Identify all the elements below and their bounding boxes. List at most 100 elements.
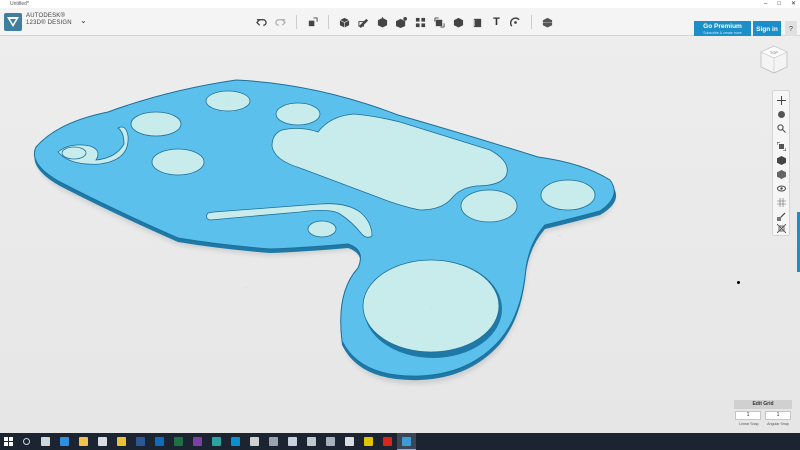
edit-grid-button[interactable]: Edit Grid: [734, 400, 792, 409]
redo-icon[interactable]: [274, 15, 288, 29]
plane-icon-glyph: [345, 437, 354, 446]
onenote-icon[interactable]: [188, 433, 207, 450]
app-icon[interactable]: [207, 433, 226, 450]
photos-icon[interactable]: [226, 433, 245, 450]
123d-design-icon-glyph: [402, 436, 411, 446]
toolbar-divider: [296, 15, 297, 29]
toolbar-divider: [328, 15, 329, 29]
snap-icon[interactable]: [509, 15, 523, 29]
task-view-icon-glyph: [41, 437, 50, 446]
view-cube[interactable]: TOP: [758, 43, 790, 75]
transform-icon[interactable]: [306, 15, 320, 29]
svg-text:..: ..: [227, 99, 229, 103]
zoom-icon[interactable]: [775, 122, 788, 134]
file-explorer-icon[interactable]: [74, 433, 93, 450]
acrobat-icon-glyph: [383, 437, 392, 446]
orbit-icon[interactable]: [775, 108, 788, 120]
word-icon[interactable]: [131, 433, 150, 450]
window-title: Untitled*: [10, 1, 29, 7]
chrome-icon[interactable]: [112, 433, 131, 450]
calculator-icon-glyph: [250, 437, 259, 446]
calculator-icon[interactable]: [245, 433, 264, 450]
materials-view-icon[interactable]: [775, 168, 788, 180]
search-icon[interactable]: [17, 433, 36, 450]
go-premium-label: Go Premium: [703, 23, 742, 30]
sketch-icon[interactable]: [357, 15, 371, 29]
brand-product: 123D® DESIGN: [26, 20, 72, 26]
brand-company: AUTODESK®: [26, 13, 66, 19]
hole-5: [460, 189, 518, 223]
combine-icon[interactable]: [452, 15, 466, 29]
grouping-icon[interactable]: [433, 15, 447, 29]
app-icon-glyph: [212, 437, 221, 446]
small-hole-left: [61, 146, 87, 160]
edge-icon-glyph: [60, 437, 69, 446]
measure-icon[interactable]: [471, 15, 485, 29]
material-icon[interactable]: [541, 15, 555, 29]
paint-icon[interactable]: [283, 433, 302, 450]
angular-snap-label: Angular Snap: [767, 422, 789, 426]
visibility-icon[interactable]: [775, 182, 788, 194]
scene-canvas[interactable]: .. .. -.. ..: [0, 36, 800, 433]
edge-icon[interactable]: [55, 433, 74, 450]
task-view-icon[interactable]: [36, 433, 55, 450]
snap-to-icon[interactable]: [775, 210, 788, 222]
tools-icon-glyph: [307, 437, 316, 446]
123d-design-icon[interactable]: [397, 433, 416, 450]
view-solid-icon[interactable]: [775, 154, 788, 166]
linear-snap-input[interactable]: 1: [735, 411, 761, 420]
maximize-button[interactable]: □: [777, 0, 781, 8]
primitives-icon[interactable]: [338, 15, 352, 29]
game-icon[interactable]: [359, 433, 378, 450]
acrobat-icon[interactable]: [378, 433, 397, 450]
store-icon[interactable]: [93, 433, 112, 450]
chrome-icon-glyph: [117, 437, 126, 446]
toolbar-divider: [531, 15, 532, 29]
app-brand: AUTODESK® 123D® DESIGN: [26, 13, 72, 27]
file-explorer-icon-glyph: [79, 437, 88, 446]
os-title-bar: Untitled* – □ ✕: [0, 0, 800, 8]
outlook-icon[interactable]: [150, 433, 169, 450]
windows-logo-icon: [4, 437, 13, 446]
main-toolbar: T: [252, 12, 557, 32]
fit-icon[interactable]: [775, 140, 788, 152]
modify-icon[interactable]: [395, 15, 409, 29]
close-button[interactable]: ✕: [791, 0, 796, 8]
hole-4: [151, 148, 205, 176]
svg-text:..: ..: [430, 306, 432, 310]
hole-3: [275, 102, 321, 126]
svg-text:..: ..: [245, 285, 247, 289]
undo-icon[interactable]: [255, 15, 269, 29]
media-icon[interactable]: [264, 433, 283, 450]
pan-icon[interactable]: [775, 94, 788, 106]
navigation-bar: [772, 90, 790, 236]
text-icon[interactable]: T: [490, 15, 504, 29]
3d-viewport[interactable]: .. .. -.. .. TOP Edit Grid 1 1 Linear Sn…: [0, 36, 800, 433]
grid-panel: Edit Grid 1 1 Linear Snap Angular Snap: [734, 400, 792, 430]
construct-icon[interactable]: [376, 15, 390, 29]
paint-icon-glyph: [288, 437, 297, 446]
windows-taskbar: [0, 433, 800, 450]
pattern-icon[interactable]: [414, 15, 428, 29]
angular-snap-input[interactable]: 1: [765, 411, 791, 420]
hole-6: [540, 179, 596, 211]
plane-icon[interactable]: [340, 433, 359, 450]
main-menu-chevron-icon[interactable]: ⌄: [80, 16, 87, 25]
svg-text:TOP: TOP: [770, 50, 778, 55]
excel-icon[interactable]: [169, 433, 188, 450]
tools-icon[interactable]: [302, 433, 321, 450]
grid-toggle-icon[interactable]: [775, 196, 788, 208]
app-toolbar: AUTODESK® 123D® DESIGN ⌄ T Go Premium Su…: [0, 8, 800, 38]
hide-all-icon[interactable]: [775, 222, 788, 234]
hole-1: [130, 111, 182, 137]
cursor-dot: [737, 281, 740, 284]
minimize-button[interactable]: –: [764, 0, 767, 8]
svg-text:-..: -..: [559, 233, 562, 237]
excel-icon-glyph: [174, 437, 183, 446]
start-button[interactable]: [0, 433, 17, 450]
search-icon-glyph: [23, 438, 30, 445]
photos-icon-glyph: [231, 437, 240, 446]
taskbar-apps: [17, 433, 416, 450]
keyboard-icon[interactable]: [321, 433, 340, 450]
app-logo-icon[interactable]: [4, 13, 22, 31]
